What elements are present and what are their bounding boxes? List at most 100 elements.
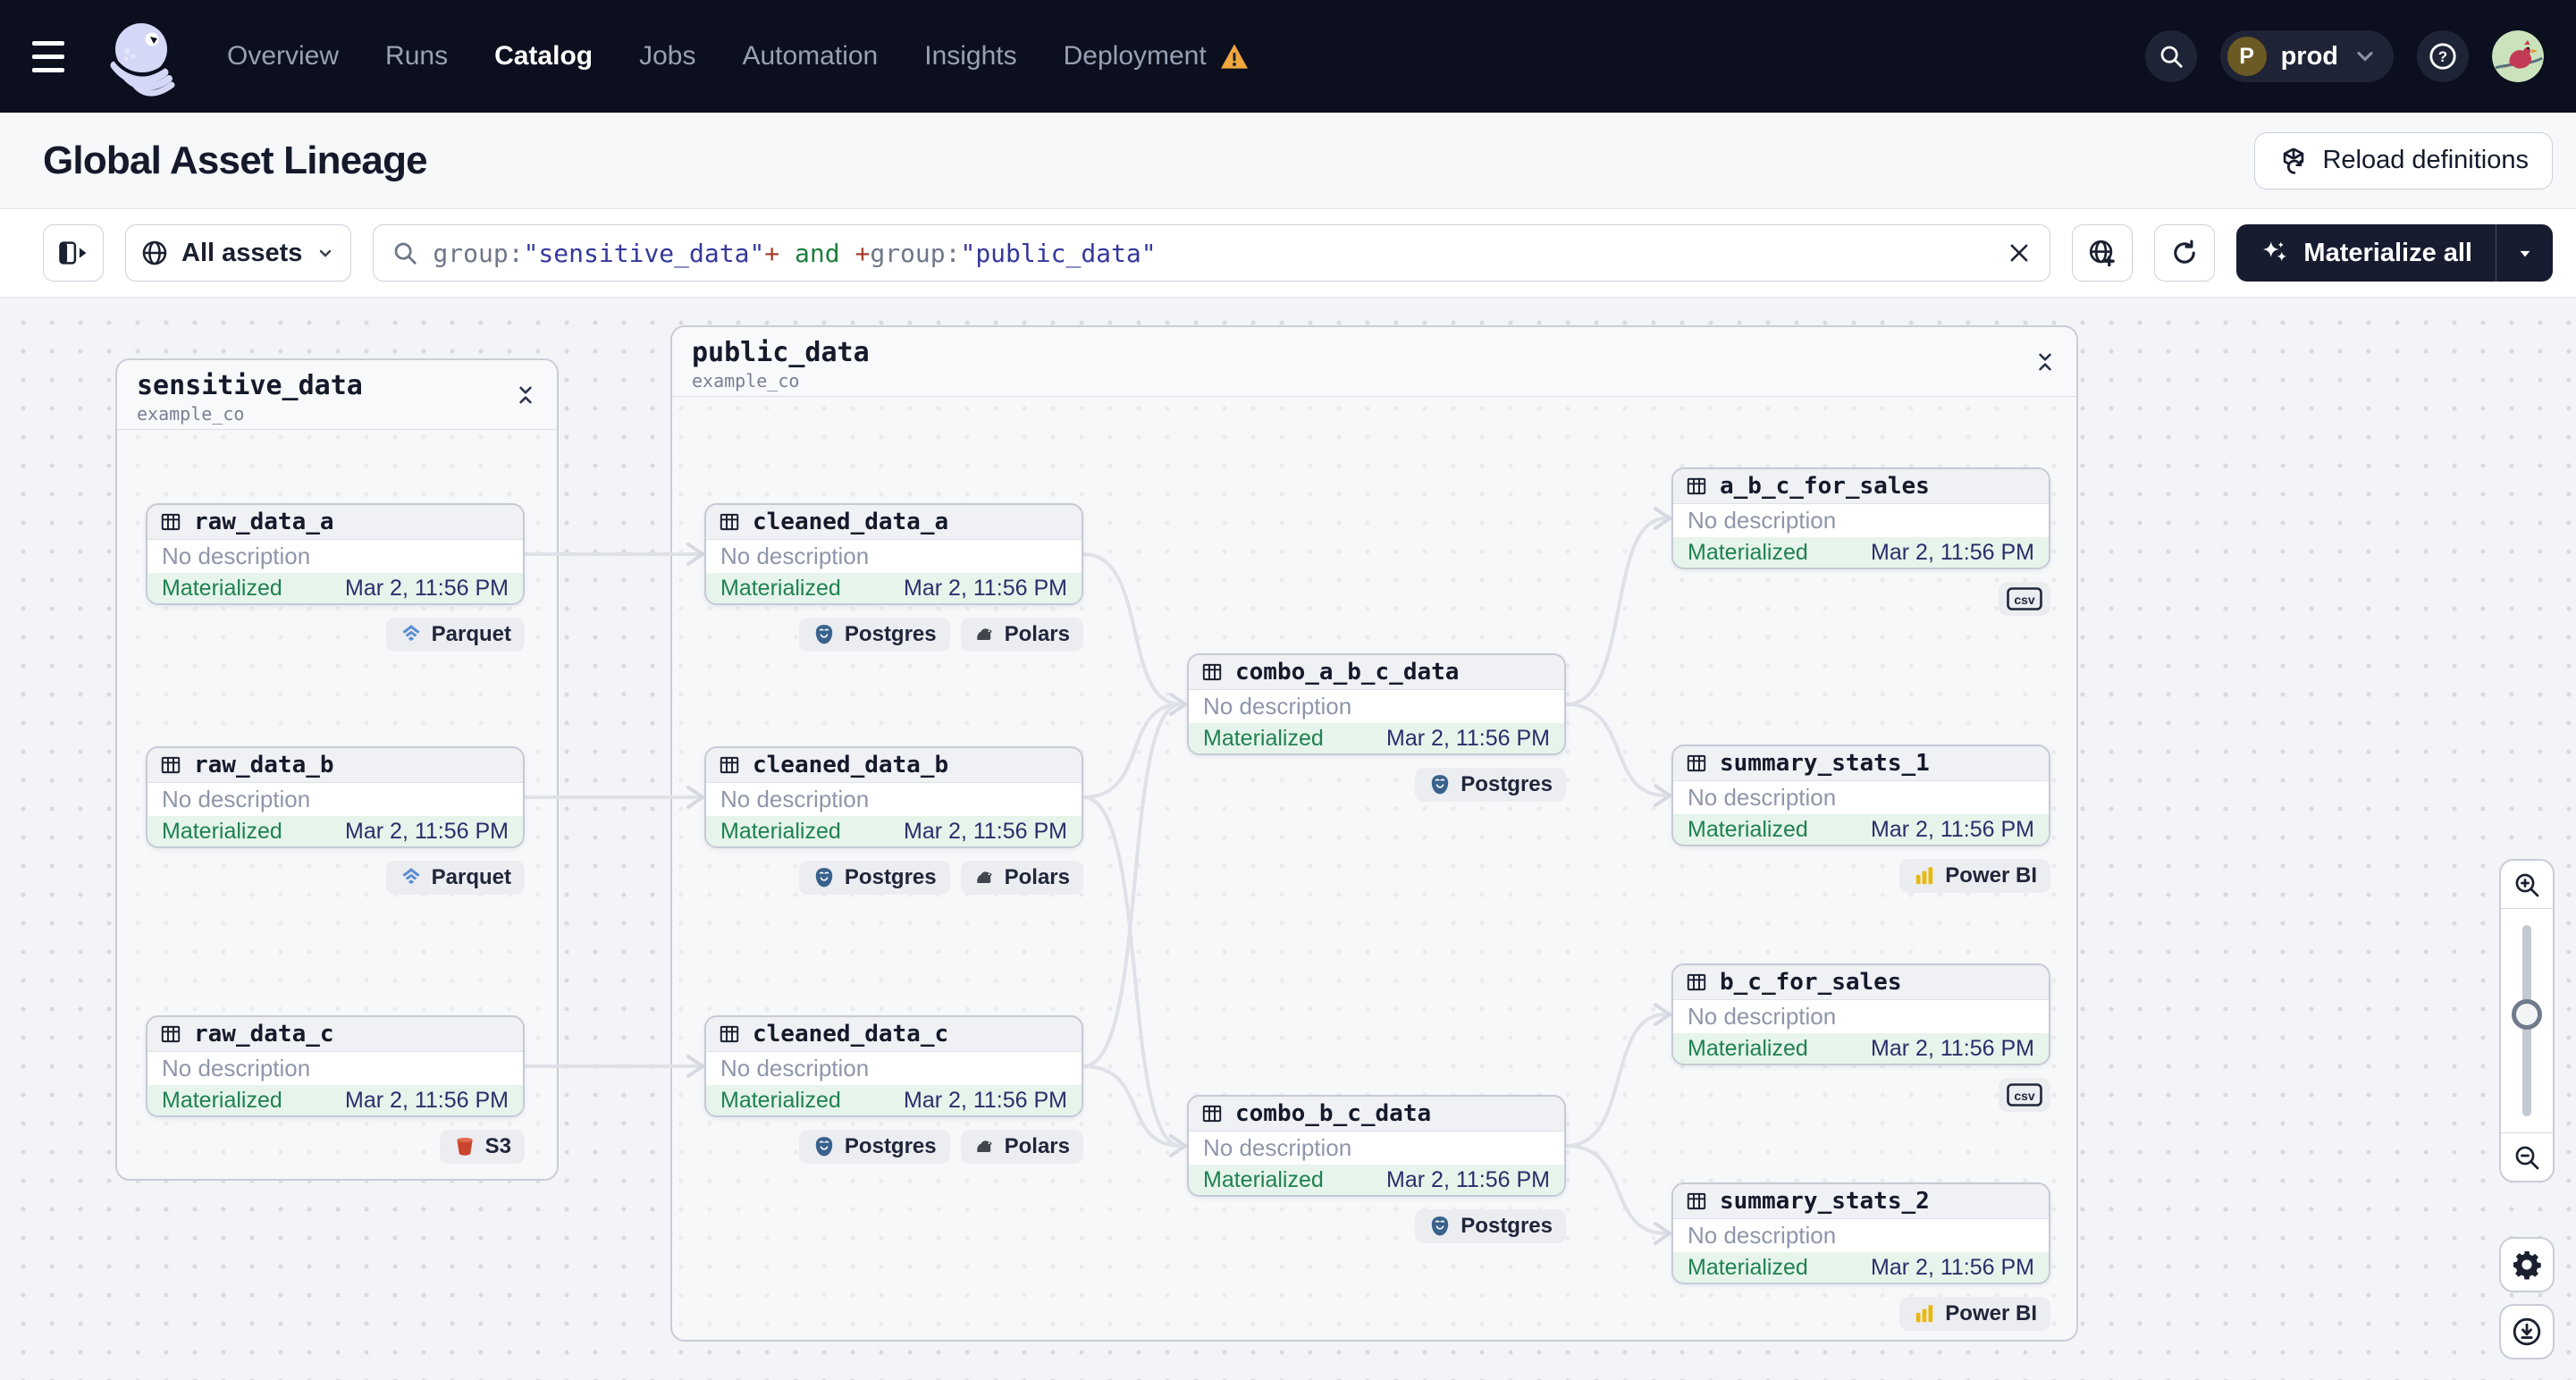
query-token: + [854, 238, 871, 268]
asset-node-combo_b_c_data: combo_b_c_data No description Materializ… [1187, 1095, 1566, 1243]
kind-badge-label: Postgres [1461, 1214, 1553, 1238]
asset-node-card[interactable]: combo_a_b_c_data No description Material… [1187, 653, 1566, 755]
asset-node-card[interactable]: summary_stats_2 No description Materiali… [1671, 1182, 2050, 1284]
asset-node-header: raw_data_b [147, 748, 523, 783]
kind-badge: Parquet [385, 618, 525, 652]
query-token: + [764, 238, 780, 268]
asset-search-input[interactable]: group:"sensitive_data"+ and +group:"publ… [373, 224, 2051, 282]
clear-search-button[interactable] [2007, 240, 2032, 265]
asset-node-card[interactable]: raw_data_c No description Materialized M… [146, 1015, 525, 1117]
asset-node-header: a_b_c_for_sales [1673, 469, 2049, 504]
nav-item-label: Overview [227, 41, 340, 71]
asset-description: No description [1688, 784, 1837, 811]
status-badge: Materialized [1688, 1254, 1808, 1280]
asset-node-header: raw_data_c [147, 1017, 523, 1052]
asset-status-row: Materialized Mar 2, 11:56 PM [147, 1085, 523, 1115]
asset-badges: Power BI [1671, 859, 2050, 893]
kind-badge: S3 [439, 1130, 525, 1164]
table-icon [1687, 477, 1706, 495]
nav-item-insights[interactable]: Insights [924, 41, 1016, 72]
asset-badges: csv [1671, 1078, 2050, 1112]
dagster-logo[interactable] [97, 10, 189, 103]
refresh-icon [2174, 240, 2196, 264]
asset-filter-button[interactable]: All assets [125, 224, 352, 282]
materialize-all-button[interactable]: Materialize all [2236, 224, 2496, 282]
asset-status-row: Materialized Mar 2, 11:56 PM [706, 816, 1082, 846]
asset-description: No description [162, 1055, 311, 1081]
status-badge: Materialized [162, 818, 282, 844]
asset-node-a_b_c_for_sales: a_b_c_for_sales No description Materiali… [1671, 467, 2050, 616]
reload-definitions-button[interactable]: Reload definitions [2254, 131, 2553, 189]
chevron-down-icon [320, 249, 332, 257]
refresh-button[interactable] [2154, 224, 2216, 282]
nodes-layer: raw_data_a No description Materialized M… [0, 298, 2576, 1380]
nav-item-label: Automation [742, 41, 879, 71]
asset-name: cleaned_data_b [753, 752, 949, 778]
asset-status-row: Materialized Mar 2, 11:56 PM [1189, 723, 1564, 753]
materialization-timestamp: Mar 2, 11:56 PM [904, 1087, 1067, 1113]
asset-node-combo_a_b_c_data: combo_a_b_c_data No description Material… [1187, 653, 1566, 802]
gear-icon [2513, 1251, 2541, 1280]
materialize-options-button[interactable] [2496, 224, 2553, 282]
nav-item-runs[interactable]: Runs [385, 41, 448, 72]
nav-item-catalog[interactable]: Catalog [494, 41, 593, 72]
asset-node-card[interactable]: combo_b_c_data No description Materializ… [1187, 1095, 1566, 1197]
kind-badge-label: S3 [484, 1134, 511, 1158]
download-image-button[interactable] [2499, 1304, 2555, 1359]
open-panel-button[interactable] [43, 224, 104, 282]
asset-node-card[interactable]: cleaned_data_a No description Materializ… [704, 503, 1083, 605]
asset-description: No description [1688, 1003, 1837, 1030]
zoom-slider[interactable] [2501, 909, 2553, 1132]
asset-description: No description [1203, 1134, 1352, 1161]
view-settings-button[interactable] [2072, 224, 2134, 282]
table-icon [1687, 754, 1706, 772]
table-icon [720, 756, 739, 774]
zoom-slider-thumb[interactable] [2512, 998, 2542, 1030]
asset-badges: Postgres [1187, 768, 1566, 802]
materialization-timestamp: Mar 2, 11:56 PM [345, 818, 509, 844]
nav-item-label: Catalog [494, 41, 593, 71]
hamburger-menu-icon[interactable] [32, 30, 84, 82]
nav-item-automation[interactable]: Automation [742, 41, 878, 72]
lineage-graph-canvas[interactable]: sensitive_data example_co public_data ex… [0, 297, 2576, 1380]
asset-node-card[interactable]: raw_data_a No description Materialized M… [146, 503, 525, 605]
asset-node-card[interactable]: cleaned_data_b No description Materializ… [704, 746, 1083, 848]
zoom-in-button[interactable] [2501, 861, 2553, 909]
question-icon: ? [2429, 43, 2456, 70]
nav-item-deployment[interactable]: Deployment [1064, 41, 1250, 72]
materialization-timestamp: Mar 2, 11:56 PM [1386, 725, 1550, 751]
postgres-icon [812, 1135, 836, 1158]
asset-node-card[interactable]: raw_data_b No description Materialized M… [146, 746, 525, 848]
asset-description: No description [162, 543, 311, 569]
query-token: "public_data" [960, 238, 1157, 268]
kind-badge: Postgres [798, 1130, 950, 1164]
nav-item-overview[interactable]: Overview [227, 41, 339, 72]
kind-badge-label: Parquet [431, 622, 511, 646]
query-token: "sensitive_data" [523, 238, 765, 268]
polars-icon [974, 1136, 996, 1157]
chevron-down-icon [2357, 51, 2373, 62]
kind-badge: Postgres [1415, 1209, 1566, 1243]
kind-badge-label: Polars [1004, 865, 1070, 889]
help-button[interactable]: ? [2417, 30, 2469, 82]
kind-badge-label: Postgres [844, 622, 937, 646]
zoom-out-button[interactable] [2501, 1132, 2553, 1181]
status-badge: Materialized [1688, 1035, 1808, 1061]
octopus-icon [110, 23, 175, 97]
page-header: Global Asset Lineage Reload definitions [0, 113, 2576, 209]
nav-item-label: Deployment [1063, 41, 1207, 71]
nav-item-jobs[interactable]: Jobs [639, 41, 695, 72]
graph-settings-button[interactable] [2499, 1237, 2555, 1292]
asset-node-card[interactable]: cleaned_data_c No description Materializ… [704, 1015, 1083, 1117]
asset-status-row: Materialized Mar 2, 11:56 PM [1673, 537, 2049, 568]
asset-node-card[interactable]: b_c_for_sales No description Materialize… [1671, 963, 2050, 1065]
asset-name: summary_stats_2 [1720, 1188, 1930, 1215]
search-button[interactable] [2144, 30, 2197, 82]
user-avatar[interactable] [2492, 30, 2544, 82]
asset-node-card[interactable]: a_b_c_for_sales No description Materiali… [1671, 467, 2050, 569]
table-icon [161, 756, 181, 774]
zoom-control [2499, 859, 2555, 1182]
asset-node-card[interactable]: summary_stats_1 No description Materiali… [1671, 745, 2050, 846]
table-icon [720, 1025, 739, 1043]
deployment-switcher[interactable]: P prod [2219, 30, 2394, 82]
